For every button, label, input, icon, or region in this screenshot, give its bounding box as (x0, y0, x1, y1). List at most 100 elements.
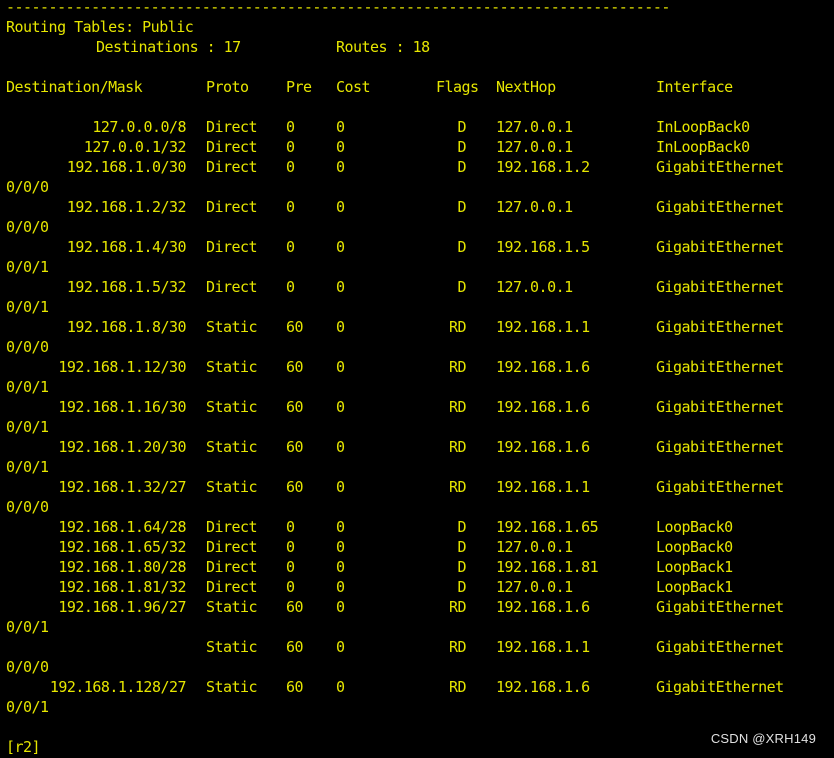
route-interface-continuation: 0/0/0 (6, 338, 49, 356)
route-cost: 0 (336, 198, 345, 216)
route-interface-continuation: 0/0/1 (6, 698, 49, 716)
route-pre: 0 (286, 138, 295, 156)
route-pre: 60 (286, 318, 304, 336)
route-pre: 0 (286, 558, 295, 576)
route-nexthop: 192.168.1.1 (496, 318, 590, 336)
route-interface-continuation: 0/0/1 (6, 458, 49, 476)
route-destination: 192.168.1.16/30 (58, 398, 186, 416)
route-proto: Static (206, 638, 258, 656)
route-flags: D (457, 138, 466, 156)
route-destination: 192.168.1.12/30 (58, 358, 186, 376)
route-destination: 192.168.1.8/30 (66, 318, 187, 336)
route-interface: LoopBack0 (656, 518, 733, 536)
routes-count: Routes : 18 (336, 38, 430, 56)
route-proto: Direct (206, 538, 258, 556)
route-interface-continuation: 0/0/1 (6, 618, 49, 636)
watermark: CSDN @XRH149 (710, 731, 816, 746)
route-interface: LoopBack1 (656, 558, 733, 576)
route-destination: 127.0.0.1/32 (83, 138, 187, 156)
route-pre: 60 (286, 358, 304, 376)
route-cost: 0 (336, 318, 345, 336)
route-interface-continuation: 0/0/1 (6, 298, 49, 316)
route-interface: GigabitEthernet (656, 638, 784, 656)
route-cost: 0 (336, 638, 345, 656)
route-pre: 60 (286, 398, 304, 416)
route-interface-continuation: 0/0/0 (6, 178, 49, 196)
route-pre: 0 (286, 158, 295, 176)
route-nexthop: 192.168.1.1 (496, 478, 590, 496)
route-proto: Static (206, 318, 258, 336)
route-nexthop: 127.0.0.1 (496, 198, 573, 216)
route-pre: 60 (286, 438, 304, 456)
route-destination: 192.168.1.96/27 (58, 598, 186, 616)
route-proto: Static (206, 438, 258, 456)
route-pre: 60 (286, 678, 304, 696)
route-nexthop: 192.168.1.1 (496, 638, 590, 656)
route-nexthop: 192.168.1.2 (496, 158, 590, 176)
route-interface: GigabitEthernet (656, 398, 784, 416)
route-flags: RD (448, 678, 467, 696)
route-pre: 60 (286, 638, 304, 656)
route-interface-continuation: 0/0/0 (6, 658, 49, 676)
route-interface: GigabitEthernet (656, 678, 784, 696)
route-cost: 0 (336, 558, 345, 576)
route-nexthop: 192.168.1.5 (496, 238, 590, 256)
route-interface-continuation: 0/0/1 (6, 258, 49, 276)
route-destination: 192.168.1.80/28 (58, 558, 186, 576)
col-cost: Cost (336, 78, 371, 96)
route-proto: Static (206, 478, 258, 496)
route-flags: D (457, 238, 466, 256)
route-nexthop: 127.0.0.1 (496, 118, 573, 136)
route-proto: Static (206, 358, 258, 376)
terminal-window[interactable]: ----------------------------------------… (0, 0, 834, 758)
command-prompt[interactable]: [r2] (6, 737, 41, 757)
route-cost: 0 (336, 158, 345, 176)
route-nexthop: 127.0.0.1 (496, 538, 573, 556)
route-interface-continuation: 0/0/0 (6, 498, 49, 516)
route-cost: 0 (336, 538, 345, 556)
route-nexthop: 127.0.0.1 (496, 278, 573, 296)
route-proto: Static (206, 598, 258, 616)
route-interface: LoopBack1 (656, 578, 733, 596)
route-flags: D (457, 518, 466, 536)
route-nexthop: 127.0.0.1 (496, 138, 573, 156)
route-proto: Direct (206, 578, 258, 596)
route-flags: RD (448, 358, 467, 376)
route-cost: 0 (336, 478, 345, 496)
route-cost: 0 (336, 398, 345, 416)
route-nexthop: 192.168.1.6 (496, 598, 590, 616)
route-flags: RD (448, 478, 467, 496)
route-nexthop: 127.0.0.1 (496, 578, 573, 596)
route-flags: D (457, 158, 466, 176)
route-flags: D (457, 538, 466, 556)
route-interface-continuation: 0/0/0 (6, 218, 49, 236)
route-proto: Direct (206, 278, 258, 296)
route-nexthop: 192.168.1.6 (496, 438, 590, 456)
route-proto: Direct (206, 558, 258, 576)
route-interface: GigabitEthernet (656, 238, 784, 256)
route-cost: 0 (336, 578, 345, 596)
route-interface: GigabitEthernet (656, 198, 784, 216)
route-cost: 0 (336, 518, 345, 536)
route-destination: 192.168.1.81/32 (58, 578, 186, 596)
route-interface: GigabitEthernet (656, 478, 784, 496)
route-destination: 127.0.0.0/8 (92, 118, 186, 136)
route-nexthop: 192.168.1.6 (496, 398, 590, 416)
route-destination: 192.168.1.4/30 (66, 238, 187, 256)
route-interface: LoopBack0 (656, 538, 733, 556)
route-proto: Direct (206, 118, 258, 136)
route-pre: 0 (286, 518, 295, 536)
route-cost: 0 (336, 678, 345, 696)
route-cost: 0 (336, 138, 345, 156)
col-interface: Interface (656, 78, 733, 96)
route-flags: RD (448, 398, 467, 416)
route-pre: 60 (286, 478, 304, 496)
route-cost: 0 (336, 278, 345, 296)
route-flags: D (457, 278, 466, 296)
route-flags: RD (448, 638, 467, 656)
route-cost: 0 (336, 238, 345, 256)
header-separator: ----------------------------------------… (6, 0, 670, 16)
route-interface: GigabitEthernet (656, 278, 784, 296)
route-flags: D (457, 578, 466, 596)
route-destination: 192.168.1.65/32 (58, 538, 186, 556)
